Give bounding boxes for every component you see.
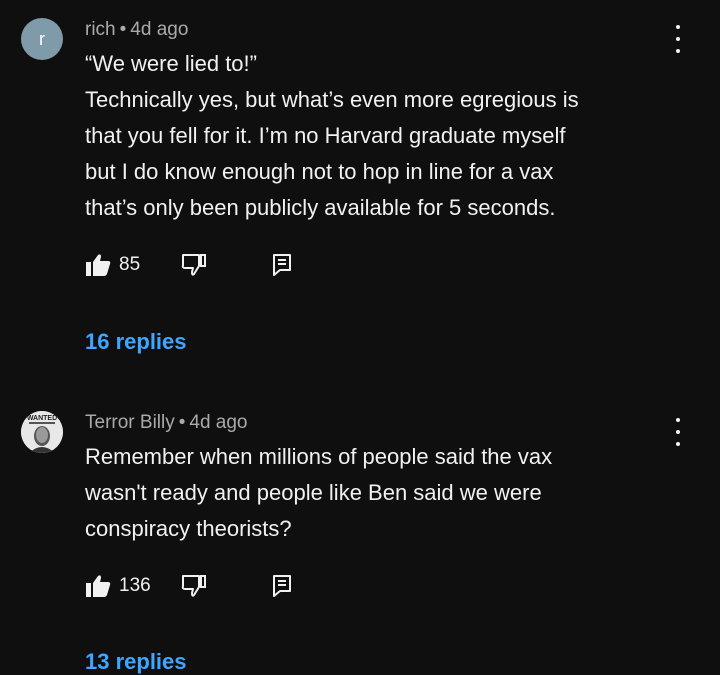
comment-actions: 85 <box>85 251 294 279</box>
comment-meta: Terror Billy • 4d ago <box>85 412 248 434</box>
meta-separator: • <box>178 412 186 433</box>
replies-link[interactable]: 16 replies <box>85 329 187 355</box>
comment-actions: 136 <box>85 572 294 600</box>
avatar-photo-icon: WANTED <box>21 411 63 453</box>
avatar[interactable]: WANTED <box>21 411 63 453</box>
svg-text:WANTED: WANTED <box>27 415 57 422</box>
dislike-button[interactable] <box>181 574 207 598</box>
comment-line: conspiracy theorists? <box>85 516 292 541</box>
like-button[interactable]: 136 <box>85 574 151 598</box>
reply-button[interactable] <box>272 253 294 277</box>
comment-text: Remember when millions of people said th… <box>85 439 685 547</box>
comment-line: Remember when millions of people said th… <box>85 444 553 469</box>
thumb-up-icon <box>86 254 111 276</box>
avatar-letter: r <box>39 28 45 49</box>
dislike-button[interactable] <box>181 253 207 277</box>
like-count: 136 <box>119 575 151 596</box>
comment-meta: rich • 4d ago <box>85 19 188 41</box>
comment-reply-icon <box>272 575 291 597</box>
comment-line: Technically yes, but what’s even more eg… <box>85 87 579 112</box>
avatar[interactable]: r <box>21 18 63 60</box>
thumb-down-icon <box>181 575 206 597</box>
comment-line: that’s only been publicly available for … <box>85 195 556 220</box>
meta-separator: • <box>119 19 127 40</box>
comment-author[interactable]: rich <box>85 19 116 40</box>
reply-button[interactable] <box>272 574 294 598</box>
comment-text: “We were lied to!” Technically yes, but … <box>85 46 685 226</box>
comment-reply-icon <box>273 254 292 276</box>
comment-line: wasn't ready and people like Ben said we… <box>85 480 542 505</box>
thumb-down-icon <box>181 254 207 276</box>
like-count: 85 <box>119 254 141 275</box>
replies-link[interactable]: 13 replies <box>85 649 187 675</box>
like-button[interactable]: 85 <box>85 253 140 277</box>
comment-time[interactable]: 4d ago <box>189 412 247 433</box>
comment-line: but I do know enough not to hop in line … <box>85 159 554 184</box>
thumb-up-icon <box>86 575 111 597</box>
comment-line: “We were lied to!” <box>85 51 257 76</box>
comment-author[interactable]: Terror Billy <box>85 412 175 433</box>
comment-line: that you fell for it. I’m no Harvard gra… <box>85 123 566 148</box>
comment-time[interactable]: 4d ago <box>130 19 188 40</box>
